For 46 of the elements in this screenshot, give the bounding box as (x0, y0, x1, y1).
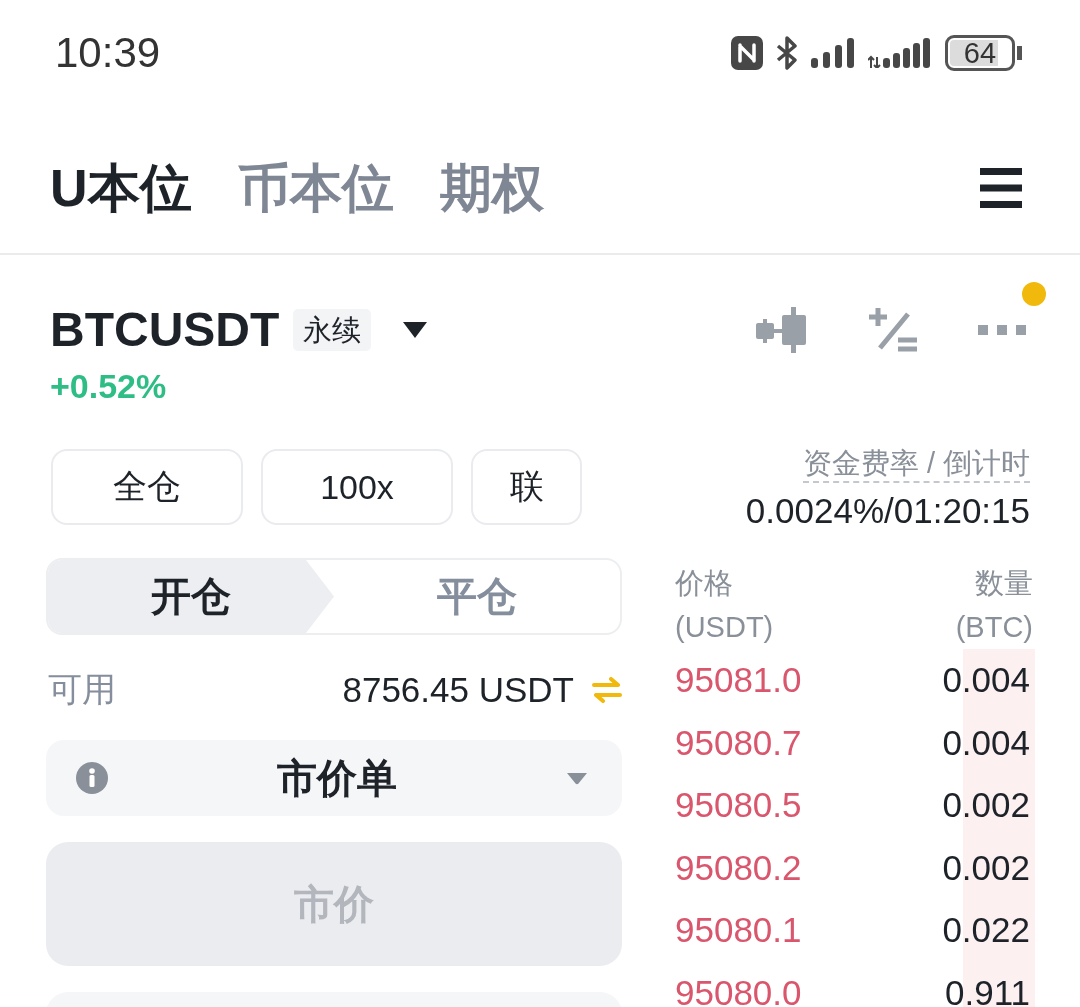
battery-indicator: 64 (945, 34, 1022, 71)
price-change-percent: +0.52% (50, 366, 167, 406)
column-unit: (USDT) (675, 610, 774, 645)
more-icon[interactable] (978, 325, 1026, 335)
ask-price[interactable]: 95080.2 (675, 847, 802, 888)
ask-amount: 0.911 (945, 972, 1030, 1007)
order-type-dropdown[interactable]: 市价单 (46, 740, 622, 816)
caret-icon[interactable] (403, 322, 428, 338)
caret-icon (566, 771, 588, 785)
available-label: 可用 (48, 669, 116, 710)
order-type-value: 市价单 (277, 754, 397, 802)
mobile-data-signal-icon (868, 37, 931, 68)
ask-amount: 0.002 (942, 785, 1030, 826)
contract-badge: 永续 (293, 309, 372, 351)
column-header: 数量 (975, 566, 1033, 601)
menu-icon[interactable] (980, 168, 1022, 208)
margin-setting-button[interactable]: 联 (471, 449, 582, 525)
available-balance: 8756.45 USDT (342, 670, 574, 710)
bluetooth-icon (775, 35, 799, 70)
ask-price[interactable]: 95080.1 (675, 910, 802, 951)
funding-rate-countdown: 0.0024%/01:20:15 (745, 491, 1030, 531)
margin-setting-button[interactable]: 全仓 (51, 449, 243, 525)
ask-price[interactable]: 95080.0 (675, 972, 802, 1007)
market-tab[interactable]: 币本位 (237, 158, 394, 218)
ask-amount: 0.022 (942, 910, 1030, 951)
market-tab[interactable]: 期权 (439, 158, 544, 218)
column-header: 价格 (675, 566, 733, 601)
ask-amount: 0.002 (942, 847, 1030, 888)
position-tab[interactable]: 平仓 (334, 560, 620, 633)
column-unit: (BTC) (955, 610, 1033, 645)
funding-rate-label[interactable]: 资金费率 / 倒计时 (802, 445, 1030, 483)
margin-setting-button[interactable]: 100x (261, 449, 453, 525)
position-tab[interactable]: 开仓 (48, 560, 334, 633)
nfc-icon (731, 35, 763, 70)
ask-amount: 0.004 (942, 660, 1030, 701)
calculator-icon[interactable] (868, 308, 918, 352)
market-tab[interactable]: U本位 (50, 158, 192, 218)
signal-icon (811, 37, 856, 68)
transfer-icon[interactable] (592, 677, 622, 703)
ask-price[interactable]: 95081.0 (675, 660, 802, 701)
ask-price[interactable]: 95080.5 (675, 785, 802, 826)
symbol-name[interactable]: BTCUSDT (50, 302, 280, 358)
status-time: 10:39 (55, 28, 161, 77)
ask-amount: 0.004 (942, 722, 1030, 763)
ask-price[interactable]: 95080.7 (675, 722, 802, 763)
info-icon[interactable] (76, 762, 108, 794)
